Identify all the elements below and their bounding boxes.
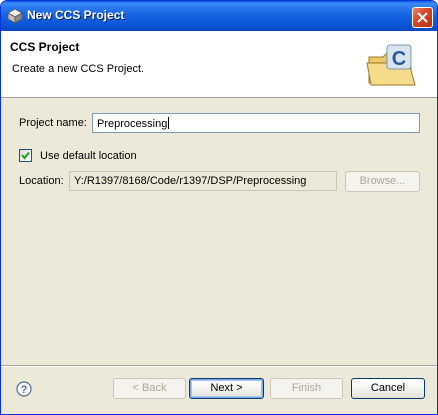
ccs-folder-icon: C — [366, 44, 416, 86]
next-button[interactable]: Next > — [189, 378, 264, 399]
location-label: Location: — [19, 175, 64, 187]
wizard-page-title: CCS Project — [10, 40, 80, 54]
finish-button[interactable]: Finish — [270, 378, 343, 399]
new-ccs-project-dialog: New CCS Project CCS Project Create a new… — [0, 0, 438, 415]
back-button[interactable]: < Back — [113, 378, 186, 399]
project-name-label: Project name: — [19, 117, 87, 129]
close-button[interactable] — [412, 7, 433, 28]
wizard-header: CCS Project Create a new CCS Project. C — [1, 31, 437, 98]
checkmark-icon — [21, 151, 30, 160]
use-default-location-checkbox[interactable] — [19, 149, 32, 162]
svg-text:?: ? — [21, 384, 28, 396]
window-title: New CCS Project — [27, 8, 125, 22]
svg-text:C: C — [392, 48, 406, 70]
wizard-page-description: Create a new CCS Project. — [12, 63, 145, 75]
browse-button[interactable]: Browse... — [345, 171, 420, 192]
use-default-location-label[interactable]: Use default location — [40, 150, 137, 162]
eclipse-wizard-icon — [7, 8, 23, 24]
project-name-value: Preprocessing — [97, 118, 168, 130]
button-bar-separator — [1, 365, 437, 367]
location-input[interactable]: Y:/R1397/8168/Code/r1397/DSP/Preprocessi… — [69, 171, 337, 191]
cancel-button[interactable]: Cancel — [351, 378, 425, 399]
help-icon[interactable]: ? — [16, 381, 32, 397]
title-bar[interactable]: New CCS Project — [1, 1, 437, 31]
close-icon — [417, 12, 428, 23]
project-name-input[interactable]: Preprocessing — [92, 113, 420, 133]
